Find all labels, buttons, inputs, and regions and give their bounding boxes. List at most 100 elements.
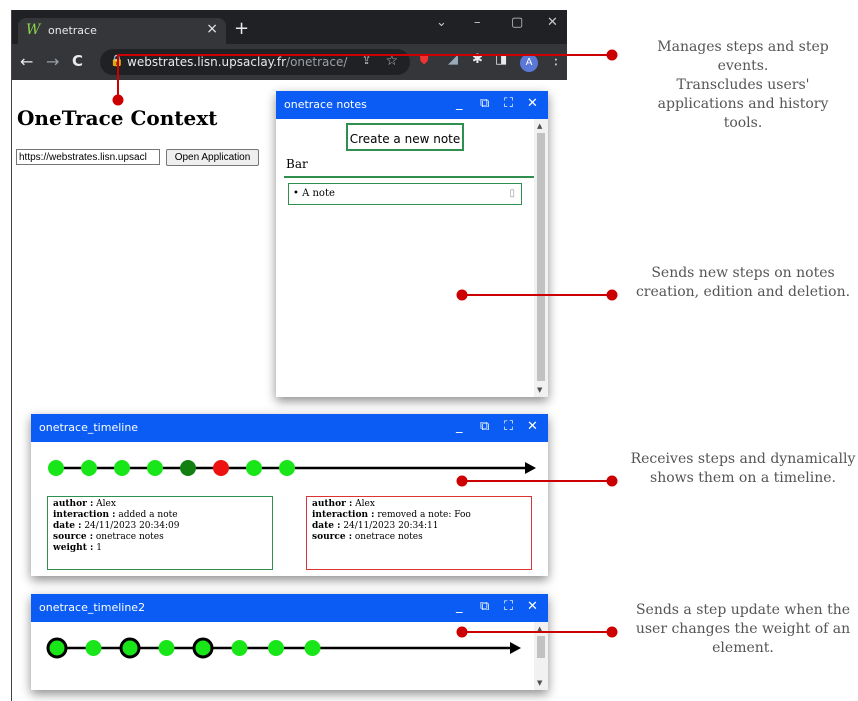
minimize-icon[interactable]: _ (456, 96, 463, 111)
step-card[interactable]: author : Alex interaction : added a note… (47, 496, 273, 570)
card-interaction: interaction : removed a note: Foo (312, 510, 471, 520)
tab-search-icon[interactable]: ⌄ (436, 15, 447, 30)
profile-avatar[interactable]: A (520, 54, 538, 72)
notes-scrollbar[interactable]: ▲ ▼ (534, 119, 548, 397)
duplicate-icon[interactable]: ⧉ (480, 419, 489, 434)
reload-icon[interactable]: C (72, 52, 83, 70)
scroll-down-arrow-icon[interactable]: ▼ (537, 386, 542, 394)
step-card[interactable]: author : Alex interaction : removed a no… (306, 496, 532, 570)
annotation-text: Receives steps and dynamically shows the… (630, 451, 856, 486)
close-icon[interactable]: ✕ (527, 96, 538, 111)
scroll-up-arrow-icon[interactable]: ▲ (537, 122, 542, 130)
timeline2-panel-title: onetrace_timeline2 (39, 601, 146, 614)
notes-panel-header[interactable]: onetrace notes _ ⧉ ⛶ ✕ (276, 91, 548, 119)
scroll-down-arrow-icon[interactable]: ▼ (537, 679, 542, 687)
annotation-dot (606, 49, 618, 61)
card-author: author : Alex (53, 499, 116, 509)
timeline2-track (46, 637, 521, 659)
trash-icon[interactable]: ▯ (509, 188, 515, 199)
note-title-underline (284, 176, 534, 178)
browser-tab[interactable]: W onetrace × (18, 18, 226, 44)
timeline-step-node[interactable] (81, 460, 97, 476)
card-date: date : 24/11/2023 20:34:11 (312, 521, 439, 531)
timeline-step-node[interactable] (147, 460, 163, 476)
card-author: author : Alex (312, 499, 375, 509)
timeline-step-node[interactable] (114, 460, 130, 476)
timeline2-step-node[interactable] (46, 637, 68, 659)
bookmark-star-icon[interactable]: ☆ (385, 53, 398, 69)
window-close-icon[interactable]: ✕ (547, 15, 558, 30)
browser-toolbar: ← → C 🔒 webstrates.lisn.upsaclay.fr/onet… (12, 44, 567, 80)
new-tab-icon[interactable]: + (234, 18, 249, 39)
scrollbar-thumb[interactable] (537, 133, 545, 381)
card-date: date : 24/11/2023 20:34:09 (53, 521, 180, 531)
timeline-step-node[interactable] (213, 460, 229, 476)
page-title: OneTrace Context (17, 106, 218, 130)
timeline-step-node[interactable] (180, 460, 196, 476)
timeline2-scrollbar[interactable]: ▲ ▼ (534, 622, 548, 690)
duplicate-icon[interactable]: ⧉ (480, 599, 489, 614)
minimize-icon[interactable]: – (474, 15, 481, 30)
timeline-arrow-icon (525, 462, 536, 474)
tab-close-icon[interactable]: × (206, 21, 218, 37)
timeline2-step-node[interactable] (85, 640, 102, 656)
tab-strip: W onetrace × + ⌄ – ▢ ✕ (12, 10, 567, 44)
annotation-text: Manages steps and step events. Transclud… (628, 38, 858, 133)
note-list-item[interactable]: • A note ▯ (288, 183, 522, 205)
extension-icon[interactable]: ◢ (448, 52, 458, 67)
note-title[interactable]: Bar (286, 157, 308, 171)
create-note-button[interactable]: Create a new note (346, 123, 464, 151)
fullscreen-icon[interactable]: ⛶ (504, 96, 513, 111)
fullscreen-icon[interactable]: ⛶ (504, 419, 513, 434)
address-url: webstrates.lisn.upsaclay.fr/onetrace/ (127, 55, 348, 69)
timeline2-arrow-icon (510, 642, 521, 654)
card-source: source : onetrace notes (312, 532, 423, 542)
timeline2-panel: onetrace_timeline2 _ ⧉ ⛶ ✕ ▲ ▼ (31, 594, 548, 690)
application-url-input[interactable] (16, 149, 160, 165)
extensions-puzzle-icon[interactable]: ✱ (472, 52, 483, 67)
open-application-button[interactable]: Open Application (166, 149, 259, 166)
close-icon[interactable]: ✕ (527, 599, 538, 614)
share-icon[interactable]: ⇪ (361, 53, 372, 68)
lock-icon: 🔒 (110, 54, 124, 67)
card-weight[interactable]: weight : 1 (53, 543, 267, 554)
close-icon[interactable]: ✕ (527, 419, 538, 434)
timeline2-panel-header[interactable]: onetrace_timeline2 _ ⧉ ⛶ ✕ (31, 594, 548, 622)
timeline2-step-node[interactable] (158, 640, 175, 656)
timeline2-step-node[interactable] (119, 637, 141, 659)
minimize-icon[interactable]: _ (456, 599, 463, 614)
side-panel-icon[interactable]: ◨ (495, 52, 507, 67)
note-item-text[interactable]: • A note (293, 188, 335, 199)
timeline2-step-node[interactable] (304, 640, 321, 656)
scroll-up-arrow-icon[interactable]: ▲ (537, 625, 542, 633)
maximize-icon[interactable]: ▢ (511, 15, 523, 30)
timeline-step-node[interactable] (279, 460, 295, 476)
ublock-extension-icon[interactable]: ⛊ (420, 54, 428, 68)
annotation-dot (606, 475, 618, 487)
scrollbar-thumb[interactable] (537, 636, 545, 658)
webstrates-favicon-icon: W (26, 22, 41, 38)
timeline-step-node[interactable] (246, 460, 262, 476)
annotation-dot (606, 289, 618, 301)
timeline2-step-node[interactable] (268, 640, 284, 656)
annotation-line-1: Manages steps and step events. (657, 39, 829, 74)
timeline2-step-node[interactable] (192, 637, 214, 659)
annotation-line-2: Transcludes users' applications and hist… (657, 77, 829, 131)
back-icon[interactable]: ← (20, 52, 33, 71)
timeline2-step-node[interactable] (231, 640, 248, 656)
browser-menu-icon[interactable]: ⋮ (549, 52, 563, 68)
tab-title: onetrace (48, 24, 97, 37)
card-interaction: interaction : added a note (53, 510, 178, 520)
address-bar[interactable]: 🔒 webstrates.lisn.upsaclay.fr/onetrace/ … (100, 49, 410, 75)
timeline-step-node[interactable] (48, 460, 64, 476)
timeline-panel-header[interactable]: onetrace_timeline _ ⧉ ⛶ ✕ (31, 414, 548, 442)
minimize-icon[interactable]: _ (456, 419, 463, 434)
timeline-panel: onetrace_timeline _ ⧉ ⛶ ✕ author : Alex … (31, 414, 548, 576)
duplicate-icon[interactable]: ⧉ (480, 96, 489, 111)
notes-panel-title: onetrace notes (284, 98, 367, 111)
annotation-text: Sends new steps on notes creation, editi… (635, 265, 851, 300)
fullscreen-icon[interactable]: ⛶ (504, 599, 513, 614)
notes-panel: onetrace notes _ ⧉ ⛶ ✕ Create a new note… (276, 91, 548, 397)
forward-icon[interactable]: → (46, 52, 59, 71)
annotation-dot (606, 626, 618, 638)
